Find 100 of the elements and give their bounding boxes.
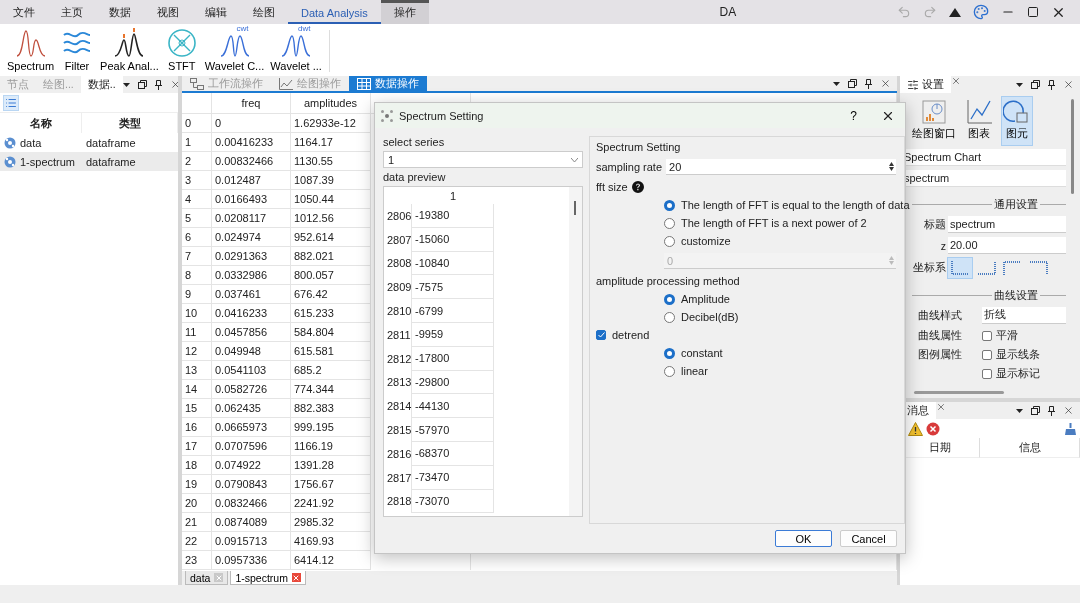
view-button[interactable]: 图元: [1002, 97, 1032, 145]
caret-icon[interactable]: [122, 82, 130, 87]
restore-icon[interactable]: [848, 79, 857, 88]
radio-button[interactable]: [664, 311, 675, 323]
icon-caption: cwt: [236, 24, 249, 33]
menu-tab[interactable]: 主页: [48, 0, 96, 24]
caret-icon[interactable]: [833, 81, 840, 86]
scrollbar[interactable]: [1071, 99, 1074, 194]
table-cell: 0.0582726: [212, 380, 291, 399]
ribbon-button[interactable]: Spectrum: [4, 26, 58, 76]
panel-tab[interactable]: 数据操作: [349, 76, 427, 91]
column-header: freq: [212, 93, 291, 114]
table-cell: 0.0416233: [212, 304, 291, 323]
radio-button[interactable]: [664, 235, 675, 247]
number-field[interactable]: 20: [666, 159, 896, 175]
row-number: 22: [182, 532, 212, 551]
checkbox[interactable]: [982, 369, 992, 379]
sheet-tab[interactable]: 1-spectrum: [230, 571, 306, 585]
row-number: 2814: [384, 394, 412, 419]
broom-icon[interactable]: [1065, 422, 1076, 435]
table-cell: 0.0291363: [212, 247, 291, 266]
table-cell: 0.0832466: [212, 494, 291, 513]
panel-tab[interactable]: 数据..: [80, 76, 123, 93]
radio-button[interactable]: [664, 217, 675, 229]
menu-tab[interactable]: 数据: [96, 0, 144, 24]
row-number: 1: [182, 133, 212, 152]
pin-icon[interactable]: [154, 79, 162, 90]
table-cell: -73070: [412, 489, 494, 514]
pin-icon[interactable]: [1048, 79, 1055, 90]
text-field[interactable]: 20.00: [948, 237, 1066, 254]
axes-button[interactable]: [948, 258, 972, 278]
view-button[interactable]: 绘图窗口: [912, 97, 956, 145]
menu-tab[interactable]: 文件: [0, 0, 48, 24]
text-field[interactable]: spectrum: [948, 216, 1066, 233]
table-cell: 0.0957336: [212, 551, 291, 570]
pin-icon[interactable]: [1048, 405, 1055, 416]
restore-icon[interactable]: [1031, 80, 1040, 89]
menu-tab[interactable]: 操作: [380, 0, 429, 24]
error-icon[interactable]: [926, 421, 940, 436]
series-dropdown[interactable]: 1: [383, 151, 583, 168]
view-button[interactable]: 图表: [964, 97, 994, 145]
menu-tab[interactable]: 编辑: [192, 0, 240, 24]
table-cell: 1.62933e-12: [291, 114, 371, 133]
text-field[interactable]: 折线: [982, 307, 1066, 324]
caret-icon[interactable]: [1016, 408, 1023, 413]
line-chart-icon: [965, 99, 993, 125]
table-cell: -17800: [412, 346, 494, 371]
scrollbar[interactable]: [574, 201, 576, 215]
help-button[interactable]: ?: [850, 108, 857, 123]
table-cell: 0.012487: [212, 171, 291, 190]
row-number: 11: [182, 323, 212, 342]
row-number: 14: [182, 380, 212, 399]
dialog-button[interactable]: Cancel: [840, 530, 897, 547]
molecule-icon: [381, 109, 393, 122]
menu-tab[interactable]: 绘图: [240, 0, 288, 24]
row-number: 13: [182, 361, 212, 380]
table-cell: -6799: [412, 299, 494, 323]
list-button[interactable]: [3, 94, 19, 111]
radio-button[interactable]: [664, 199, 675, 211]
field-label: 图例属性: [917, 348, 963, 362]
caret-icon[interactable]: [1016, 82, 1023, 87]
table-cell: -29800: [412, 370, 494, 395]
scrollbar[interactable]: [914, 391, 1004, 394]
ribbon-button[interactable]: STFT: [161, 26, 202, 76]
checkbox[interactable]: [982, 350, 992, 360]
table-cell: 1130.55: [291, 152, 371, 171]
pin-icon[interactable]: [865, 78, 872, 89]
ribbon-button[interactable]: dwt Wavelet ...: [267, 26, 325, 76]
checkbox[interactable]: [596, 330, 606, 340]
maximize-icon[interactable]: [1027, 6, 1039, 18]
checkbox[interactable]: [982, 331, 992, 341]
triangle-icon[interactable]: [949, 7, 961, 17]
restore-icon[interactable]: [1031, 406, 1040, 415]
palette-icon[interactable]: [973, 4, 989, 20]
row-number: 9: [182, 285, 212, 304]
radio-button[interactable]: [664, 293, 675, 305]
table-cell: 0.074922: [212, 456, 291, 475]
spin-arrows-icon[interactable]: [888, 162, 894, 171]
row-number: 2815: [384, 418, 412, 442]
ribbon-button[interactable]: Filter: [57, 26, 98, 76]
warning-icon[interactable]: [908, 421, 923, 436]
panel-tab[interactable]: 设置: [900, 76, 951, 93]
checkbox-label: 显示线条: [996, 348, 1040, 362]
table-cell: -15060: [412, 227, 494, 252]
column-header: amplitudes: [291, 93, 371, 114]
dialog-button[interactable]: OK: [775, 530, 832, 547]
radio-button[interactable]: [664, 347, 675, 359]
ribbon-button[interactable]: cwt Wavelet C...: [201, 26, 268, 76]
menu-tab[interactable]: 视图: [144, 0, 192, 24]
table-cell: 774.344: [291, 380, 371, 399]
radio-button[interactable]: [664, 365, 675, 377]
table-cell: 615.581: [291, 342, 371, 361]
field-label: fft size: [596, 181, 628, 193]
table-cell: 676.42: [291, 285, 371, 304]
help-icon[interactable]: [631, 181, 644, 193]
sheet-tab[interactable]: data: [185, 571, 229, 585]
row-number: 7: [182, 247, 212, 266]
restore-icon[interactable]: [137, 80, 147, 89]
tree-row[interactable]: 1-spectrum dataframe: [0, 152, 178, 171]
ribbon-button[interactable]: Peak Anal...: [97, 26, 162, 76]
